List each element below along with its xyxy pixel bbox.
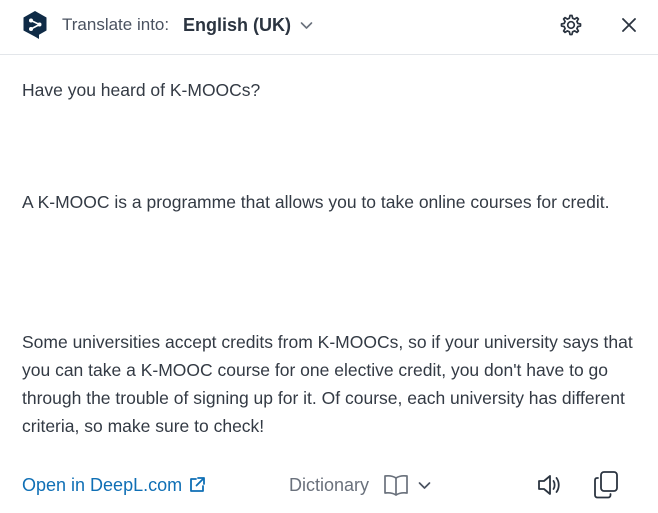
translation-paragraph: A K-MOOC is a programme that allows you … <box>22 192 610 212</box>
external-link-icon <box>190 477 205 492</box>
speaker-icon[interactable] <box>535 471 563 499</box>
chevron-down-icon <box>300 21 313 29</box>
panel-footer: Open in DeepL.com Dictionary <box>0 462 658 508</box>
target-language-select[interactable]: English (UK) <box>183 13 313 37</box>
translate-into-label: Translate into: <box>62 15 170 34</box>
dictionary-button[interactable]: Dictionary <box>289 472 431 498</box>
open-in-deepl-link[interactable]: Open in DeepL.com <box>22 472 206 498</box>
close-icon[interactable] <box>619 15 639 35</box>
target-language-value: English (UK) <box>183 15 291 35</box>
dictionary-label: Dictionary <box>289 475 370 495</box>
deepl-logo-icon <box>23 11 47 39</box>
translation-paragraph: Have you heard of K-MOOCs? <box>22 80 261 100</box>
gear-icon[interactable] <box>559 13 583 37</box>
translation-paragraph: Some universities accept credits from K-… <box>22 332 633 436</box>
book-icon <box>384 474 408 496</box>
chevron-down-icon <box>418 481 431 489</box>
panel-header: Translate into: English (UK) <box>0 0 658 55</box>
copy-icon[interactable] <box>592 470 620 500</box>
deepl-translation-panel: Translate into: English (UK) Have you he… <box>0 0 658 513</box>
open-in-deepl-label: Open in DeepL.com <box>22 475 183 495</box>
